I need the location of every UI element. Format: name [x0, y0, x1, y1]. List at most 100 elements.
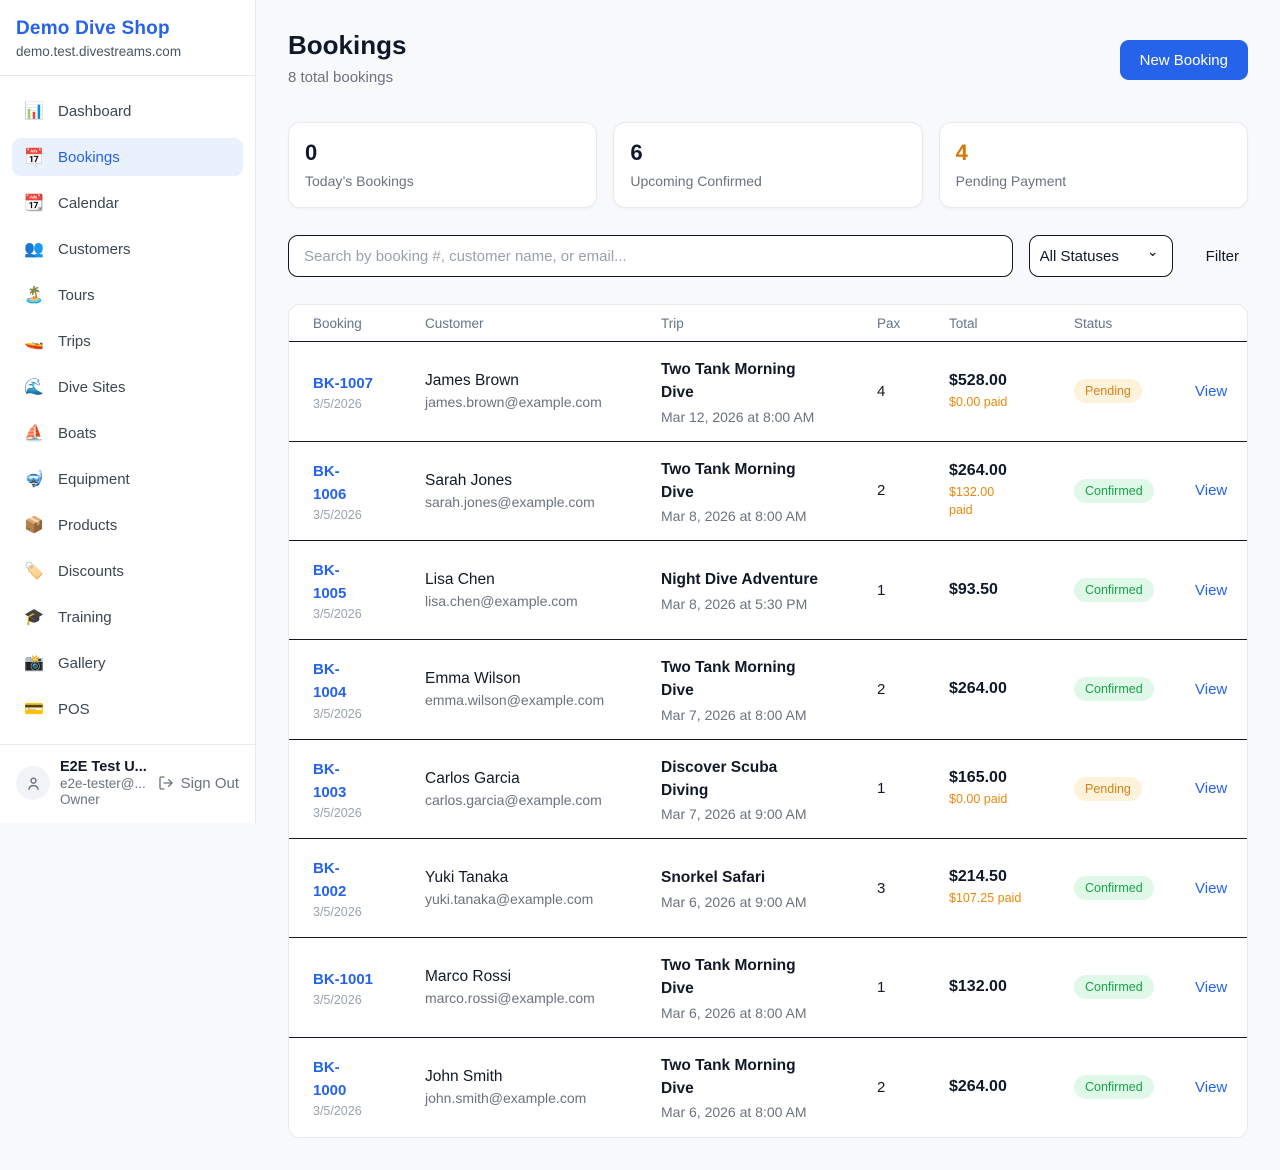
- total-amount: $264.00: [949, 680, 1074, 698]
- sidebar-item-discounts[interactable]: 🏷️Discounts: [12, 552, 243, 590]
- user-name: E2E Test U...: [60, 759, 148, 775]
- sidebar-item-customers[interactable]: 👥Customers: [12, 230, 243, 268]
- sidebar-item-bookings[interactable]: 📅 Bookings: [12, 138, 243, 176]
- booking-date: 3/5/2026: [313, 707, 425, 721]
- stat-todays-bookings: 0 Today’s Bookings: [288, 122, 597, 208]
- shop-domain: demo.test.divestreams.com: [16, 44, 239, 59]
- status-select-wrap: All Statuses: [1013, 235, 1173, 277]
- sidebar-item-products[interactable]: 📦Products: [12, 506, 243, 544]
- trip-datetime: Mar 6, 2026 at 9:00 AM: [661, 894, 877, 910]
- booking-id-link[interactable]: BK- 1003: [313, 758, 425, 805]
- booking-id-link[interactable]: BK- 1004: [313, 658, 425, 705]
- booking-row: BK- 10003/5/2026John Smithjohn.smith@exa…: [289, 1038, 1247, 1137]
- sidebar-item-dashboard[interactable]: 📊Dashboard: [12, 92, 243, 130]
- pax-count: 2: [877, 482, 949, 499]
- sidebar-item-tours[interactable]: 🏝️Tours: [12, 276, 243, 314]
- booking-cell: BK-10073/5/2026: [313, 372, 425, 411]
- booking-date: 3/5/2026: [313, 1104, 425, 1118]
- stat-pending-payment: 4 Pending Payment: [939, 122, 1248, 208]
- booking-id-link[interactable]: BK- 1006: [313, 460, 425, 507]
- customer-cell: John Smithjohn.smith@example.com: [425, 1068, 661, 1106]
- paid-amount: $0.00 paid: [949, 393, 1074, 411]
- filter-button[interactable]: Filter: [1206, 248, 1239, 265]
- bar-chart-icon: 📊: [24, 101, 44, 121]
- status-badge: Confirmed: [1074, 479, 1154, 503]
- sign-out-button[interactable]: Sign Out: [158, 775, 239, 792]
- booking-id-link[interactable]: BK-1001: [313, 968, 425, 991]
- calendar-icon: 📅: [24, 147, 44, 167]
- col-customer: Customer: [425, 316, 661, 331]
- sidebar-item-label: Calendar: [58, 195, 119, 212]
- customer-cell: James Brownjames.brown@example.com: [425, 372, 661, 410]
- view-link[interactable]: View: [1195, 880, 1227, 897]
- customer-name: Emma Wilson: [425, 670, 661, 688]
- view-link[interactable]: View: [1195, 681, 1227, 698]
- customer-email: carlos.garcia@example.com: [425, 792, 661, 808]
- stat-label: Today’s Bookings: [305, 173, 580, 189]
- total-amount: $93.50: [949, 581, 1074, 599]
- trip-name: Two Tank Morning Dive: [661, 656, 877, 703]
- view-link[interactable]: View: [1195, 1079, 1227, 1096]
- wave-icon: 🌊: [24, 377, 44, 397]
- view-link[interactable]: View: [1195, 780, 1227, 797]
- total-bookings-count: 8 total bookings: [288, 69, 406, 86]
- sidebar-item-training[interactable]: 🎓Training: [12, 598, 243, 636]
- view-link[interactable]: View: [1195, 482, 1227, 499]
- booking-row: BK-10013/5/2026Marco Rossimarco.rossi@ex…: [289, 938, 1247, 1038]
- sidebar-item-pos[interactable]: 💳POS: [12, 690, 243, 728]
- booking-row: BK- 10033/5/2026Carlos Garciacarlos.garc…: [289, 740, 1247, 840]
- total-cell: $264.00: [949, 1078, 1074, 1096]
- sidebar-item-boats[interactable]: ⛵Boats: [12, 414, 243, 452]
- customer-name: John Smith: [425, 1068, 661, 1086]
- trip-datetime: Mar 8, 2026 at 5:30 PM: [661, 596, 877, 612]
- sidebar-item-dive-sites[interactable]: 🌊Dive Sites: [12, 368, 243, 406]
- search-input[interactable]: [288, 235, 1013, 277]
- user-panel: E2E Test U... e2e-tester@... Owner Sign …: [0, 745, 255, 823]
- page-title: Bookings: [288, 30, 406, 61]
- sidebar-item-label: Boats: [58, 425, 96, 442]
- total-cell: $132.00: [949, 978, 1074, 996]
- sidebar: Demo Dive Shop demo.test.divestreams.com…: [0, 0, 256, 823]
- booking-date: 3/5/2026: [313, 993, 425, 1007]
- sidebar-item-equipment[interactable]: 🤿Equipment: [12, 460, 243, 498]
- stats-row: 0 Today’s Bookings 6 Upcoming Confirmed …: [288, 122, 1248, 208]
- booking-id-link[interactable]: BK- 1002: [313, 857, 425, 904]
- pax-count: 1: [877, 979, 949, 996]
- new-booking-button[interactable]: New Booking: [1120, 40, 1248, 80]
- booking-cell: BK- 10003/5/2026: [313, 1056, 425, 1119]
- booking-date: 3/5/2026: [313, 806, 425, 820]
- trip-name: Two Tank Morning Dive: [661, 1054, 877, 1101]
- booking-cell: BK- 10023/5/2026: [313, 857, 425, 920]
- toolbar: All Statuses Filter: [288, 235, 1248, 277]
- stat-label: Upcoming Confirmed: [630, 173, 905, 189]
- booking-date: 3/5/2026: [313, 905, 425, 919]
- trip-cell: Two Tank Morning DiveMar 12, 2026 at 8:0…: [661, 358, 877, 425]
- logout-icon: [158, 775, 174, 791]
- paid-amount: $132.00 paid: [949, 483, 1074, 519]
- col-booking: Booking: [313, 316, 425, 331]
- customer-name: Marco Rossi: [425, 968, 661, 986]
- view-link[interactable]: View: [1195, 979, 1227, 996]
- booking-id-link[interactable]: BK-1007: [313, 372, 425, 395]
- sidebar-item-label: Bookings: [58, 149, 120, 166]
- booking-id-link[interactable]: BK- 1005: [313, 559, 425, 606]
- booking-cell: BK- 10033/5/2026: [313, 758, 425, 821]
- status-cell: Confirmed: [1074, 975, 1195, 999]
- trip-datetime: Mar 8, 2026 at 8:00 AM: [661, 508, 877, 524]
- pax-count: 2: [877, 1079, 949, 1096]
- sidebar-item-trips[interactable]: 🚤Trips: [12, 322, 243, 360]
- booking-date: 3/5/2026: [313, 508, 425, 522]
- booking-id-link[interactable]: BK- 1000: [313, 1056, 425, 1103]
- customer-name: Sarah Jones: [425, 472, 661, 490]
- tag-icon: 🏷️: [24, 561, 44, 581]
- trip-name: Discover Scuba Diving: [661, 756, 877, 803]
- status-badge: Confirmed: [1074, 975, 1154, 999]
- view-link[interactable]: View: [1195, 383, 1227, 400]
- view-link[interactable]: View: [1195, 582, 1227, 599]
- sidebar-item-gallery[interactable]: 📸Gallery: [12, 644, 243, 682]
- sidebar-item-calendar[interactable]: 📆Calendar: [12, 184, 243, 222]
- status-cell: Confirmed: [1074, 1075, 1195, 1099]
- status-filter-select[interactable]: All Statuses: [1029, 235, 1173, 277]
- customer-cell: Carlos Garciacarlos.garcia@example.com: [425, 770, 661, 808]
- page-header-text: Bookings 8 total bookings: [288, 30, 406, 86]
